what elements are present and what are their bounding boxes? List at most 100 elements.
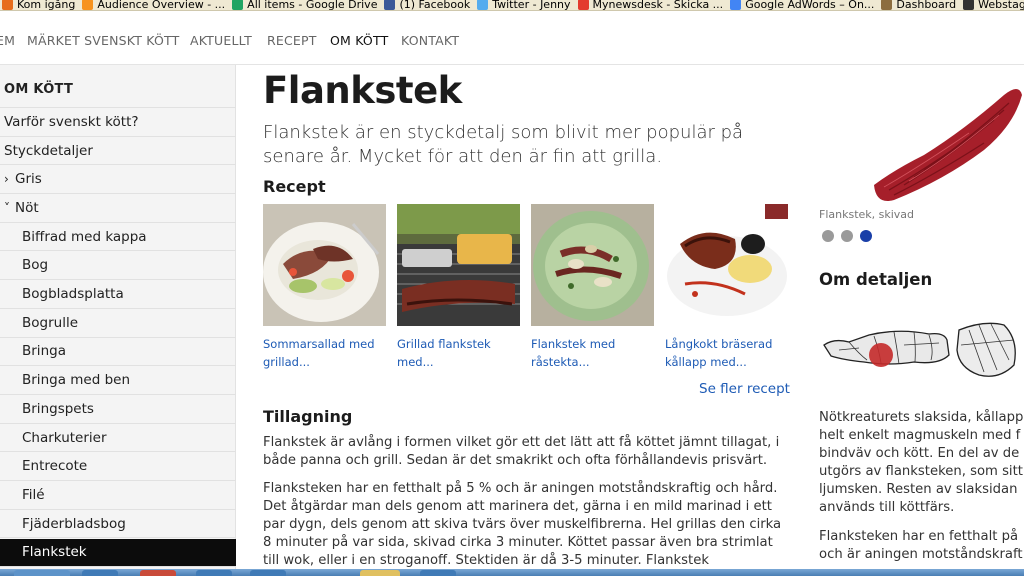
chevron-right-icon: › [4,172,9,187]
twitter-icon [477,0,489,10]
sidebar-heading[interactable]: OM KÖTT [0,72,236,108]
sidebar-item[interactable]: Bogrulle [0,309,236,338]
sidebar-item[interactable]: Fjäderbladsbog [0,510,236,539]
main-content: Flankstek Flankstek är en styckdetalj so… [236,65,806,570]
dashboard-icon [881,0,893,10]
carousel-dot[interactable] [841,230,853,242]
webstagram-icon [963,0,975,10]
carousel-dot-active[interactable] [860,230,872,242]
sidebar-item[interactable]: Varför svenskt kött? [0,108,236,137]
detail-line: Nötkreaturets slaksida, kållapp [819,410,1024,425]
page-title: Flankstek [263,69,462,112]
nav-link[interactable]: EM [0,33,15,48]
sidebar-item[interactable]: Bog [0,252,236,281]
sidebar-item-label: Varför svenskt kött? [4,113,139,130]
recipe-title-cont[interactable]: grillad... [263,353,386,371]
taskbar-button[interactable] [82,570,118,576]
bookmark-item[interactable]: Audience Overview - ... [82,0,225,10]
recipe-card[interactable]: Sommarsallad med grillad... [263,204,386,371]
detail-paragraph: Flanksteken har en fetthalt på och är an… [819,528,1024,564]
sidebar-item[interactable]: Bogbladsplatta [0,280,236,309]
bookmark-label: Google AdWords – On... [745,0,875,11]
recipe-title[interactable]: Flankstek med [531,335,654,353]
recipe-card[interactable]: Grillad flankstek med... [397,204,520,371]
recipe-card[interactable]: Långkokt bräserad kållapp med... [665,204,788,371]
bookmark-item[interactable]: Twitter - Jenny [477,0,571,10]
sidebar-item[interactable]: Charkuterier [0,424,236,453]
sidebar-item-label: Nöt [15,199,39,216]
detail-line: och är aningen motståndskraft [819,547,1023,562]
sidebar-item-label: Charkuterier [22,429,107,446]
bookmark-item[interactable]: Mynewsdesk - Skicka ... [577,0,723,10]
sidebar-item-label: Bogrulle [22,314,79,331]
recipe-title[interactable]: Sommarsallad med [263,335,386,353]
sidebar-item-label: Biffrad med kappa [22,228,147,245]
bookmark-item[interactable]: All items - Google Drive [232,0,377,10]
top-navigation: EM MÄRKET SVENSKT KÖTT AKTUELLT RECEPT OM KÖ… [0,11,1024,65]
recipe-image-plate[interactable] [531,204,654,326]
more-recipes-link[interactable]: Se fler recept [699,381,790,397]
detail-line: bindväv och kött. En del av de [819,446,1020,461]
bookmark-item[interactable]: (1) Facebook [384,0,470,10]
recipe-title-cont[interactable]: kållapp med... [665,353,788,371]
bookmark-label: Kom igång [17,0,76,11]
recipe-image-grill[interactable] [397,204,520,326]
sidebar-item-label: Gris [15,171,42,188]
nav-link[interactable]: KONTAKT [401,33,459,48]
chevron-down-icon: ˅ [4,200,10,215]
sidebar-item[interactable]: Entrecote [0,452,236,482]
nav-link[interactable]: OM KÖTT [330,33,388,48]
sidebar-item-label: Flankstek [22,544,87,561]
bookmark-label: All items - Google Drive [247,0,378,11]
analytics-icon [82,0,94,10]
sidebar-item-label: Fjäderbladsbog [22,515,126,532]
carousel-dot[interactable] [822,230,834,242]
nav-link[interactable]: AKTUELLT [190,33,252,48]
sidebar-item[interactable]: Bringspets [0,395,236,424]
sidebar-item-label: Entrecote [22,458,88,475]
recipe-image-salad[interactable] [263,204,386,326]
image-caption: Flankstek, skivad [819,208,915,221]
intro-text: Flankstek är en styckdetalj som blivit m… [263,122,744,167]
detail-column: Flankstek, skivad Om detaljen Nötkreatur… [806,65,1024,570]
sidebar-item-label: Bogbladsplatta [22,286,124,303]
sidebar-item-label: Styckdetaljer [4,142,93,159]
recipe-card[interactable]: Flankstek med råstekta... [531,204,654,371]
sidebar-item[interactable]: Filé [0,481,236,510]
taskbar-button[interactable] [420,570,456,576]
detail-line: Flanksteken har en fetthalt på [819,529,1019,544]
recipe-title-cont[interactable]: råstekta... [531,353,654,371]
taskbar-button[interactable] [360,570,400,576]
preparation-heading: Tillagning [263,407,353,426]
sidebar-item[interactable]: Flankstek [0,538,236,568]
bookmark-item[interactable]: Webstagram - the b [963,0,1024,10]
sidebar-item[interactable]: ˅ Nöt [0,194,236,223]
firefox-icon [2,0,13,10]
sidebar-item-label: Filé [22,486,45,503]
nav-link[interactable]: MÄRKET SVENSKT KÖTT [27,33,179,48]
sidebar-item[interactable]: Bringa [0,338,236,367]
taskbar-button[interactable] [250,570,286,576]
bookmark-item[interactable]: Dashboard [881,0,956,10]
taskbar-button[interactable] [196,570,232,576]
recipe-image-braised[interactable] [665,204,788,326]
taskbar-button[interactable] [140,570,176,576]
meat-photo[interactable] [864,75,1024,207]
sidebar-item[interactable]: Biffrad med kappa [0,223,236,252]
bookmark-item[interactable]: Kom igång [2,0,75,10]
facebook-icon [384,0,396,10]
detail-line: helt enkelt magmuskeln med f [819,428,1021,443]
sidebar-item[interactable]: Bringa med ben [0,366,236,395]
sidebar-item[interactable]: Styckdetaljer [0,137,236,166]
taskbar-button[interactable] [14,570,70,576]
nav-link[interactable]: RECEPT [267,33,317,48]
recipe-title-cont[interactable]: med... [397,353,520,371]
detail-line: ljumsken. Resten av slaksidan [819,482,1018,497]
bookmark-item[interactable]: Google AdWords – On... [730,0,874,10]
bookmark-label: (1) Facebook [399,0,471,11]
recipe-title[interactable]: Grillad flankstek [397,335,520,353]
detail-paragraph: Nötkreaturets slaksida, kållapp helt enk… [819,409,1024,517]
sidebar-item[interactable]: › Gris [0,165,236,195]
os-taskbar [0,569,1024,576]
recipe-title[interactable]: Långkokt bräserad [665,335,788,353]
